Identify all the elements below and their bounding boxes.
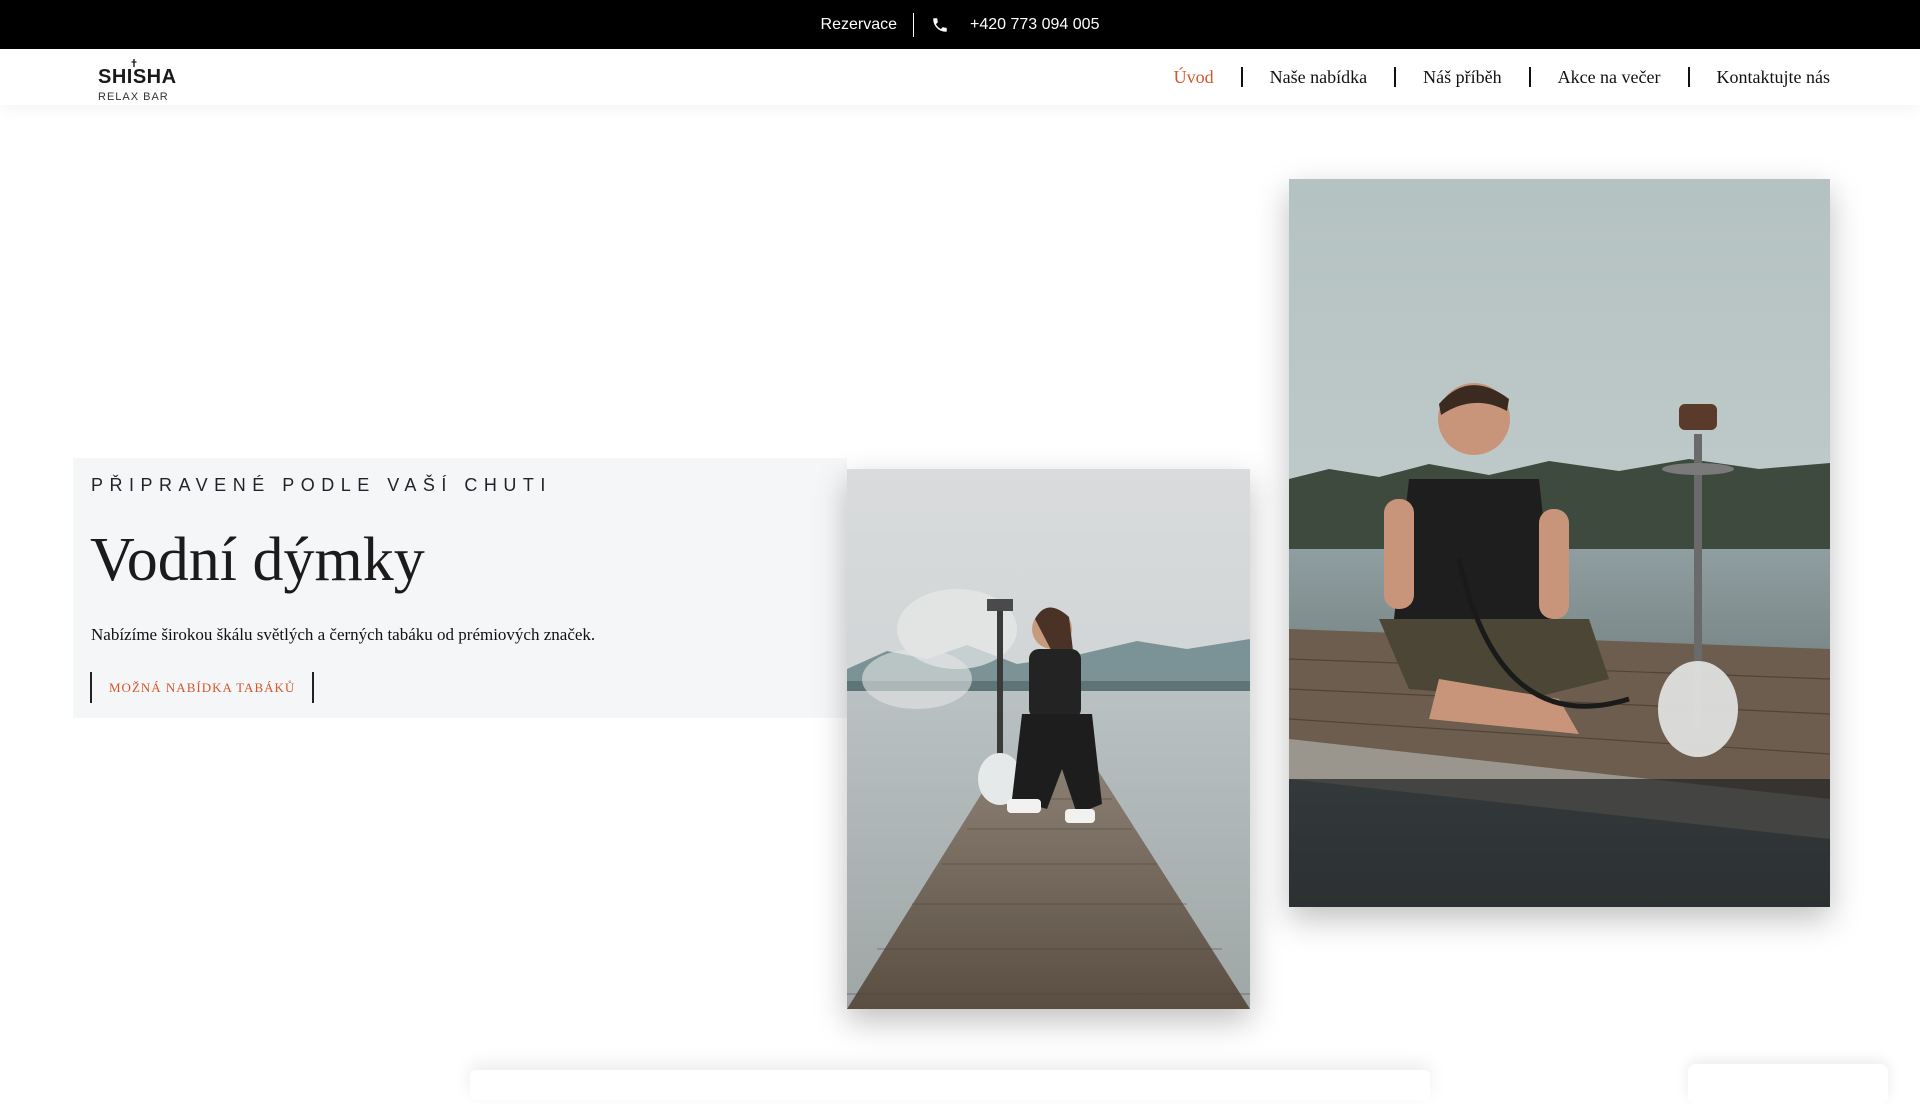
main-nav: Úvod Naše nabídka Náš příběh Akce na več… [1174,49,1830,105]
hookah-woman-photo [847,469,1250,1009]
hero-description: Nabízíme širokou škálu světlých a černýc… [91,625,596,644]
nav-separator [1240,67,1243,87]
nav-item-uvod[interactable]: Úvod [1174,67,1214,88]
hero-title: Vodní dýmky [90,526,425,594]
reservation-link[interactable]: Rezervace [821,16,897,34]
nav-separator [1687,67,1690,87]
site-header: SHISHA RELAX BAR Úvod Naše nabídka Náš p… [0,49,1920,105]
top-bar: Rezervace +420 773 094 005 [0,0,1920,49]
logo-main-text: SHISHA [98,66,177,88]
hero-panel: PŘIPRAVENÉ PODLE VAŠÍ CHUTI Vodní dýmky … [73,458,847,718]
tobacco-offer-button[interactable]: MOŽNÁ NABÍDKA TABÁKŮ [90,672,315,703]
logo-sub-text: RELAX BAR [98,91,169,103]
nav-item-akce-na-vecer[interactable]: Akce na večer [1558,67,1661,88]
nav-separator [1394,67,1397,87]
nav-item-nas-pribeh[interactable]: Náš příběh [1423,67,1501,88]
nav-separator [1528,67,1531,87]
nav-item-nase-nabidka[interactable]: Naše nabídka [1270,67,1367,88]
next-section-card [470,1070,1430,1100]
floating-widget[interactable] [1688,1064,1888,1104]
hookah-man-photo [1289,179,1830,907]
phone-icon[interactable] [930,15,950,35]
nav-item-kontaktujte-nas[interactable]: Kontaktujte nás [1717,67,1830,88]
topbar-divider [913,12,914,37]
logo[interactable]: SHISHA RELAX BAR [98,59,177,103]
hero-eyebrow: PŘIPRAVENÉ PODLE VAŠÍ CHUTI [91,475,552,495]
phone-number-link[interactable]: +420 773 094 005 [970,16,1099,34]
